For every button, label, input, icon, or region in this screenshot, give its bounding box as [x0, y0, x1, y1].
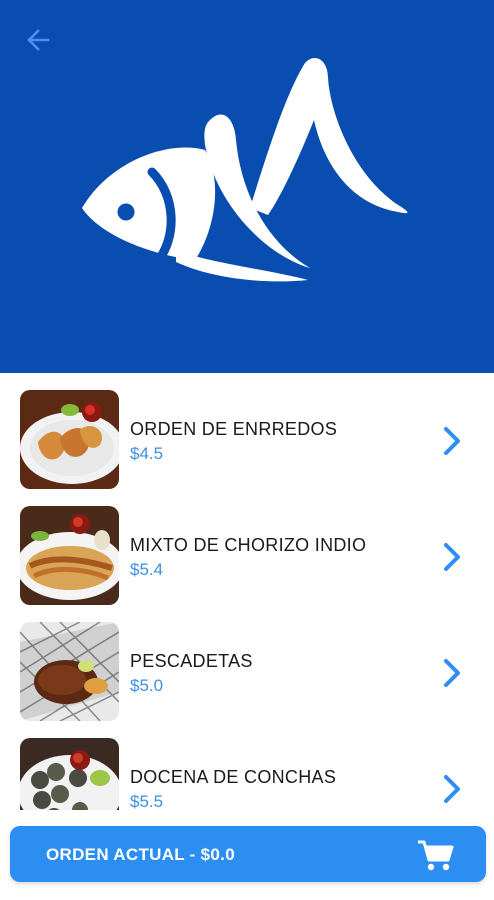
- cart-icon: [418, 840, 454, 871]
- menu-list: ORDEN DE ENRREDOS $4.5 MIXTO DE CHORIZO …: [0, 373, 494, 810]
- header-banner: [0, 0, 494, 373]
- chevron-right-icon: [444, 543, 460, 571]
- menu-item[interactable]: PESCADETAS $5.0: [0, 605, 494, 721]
- menu-item[interactable]: MIXTO DE CHORIZO INDIO $5.4: [0, 489, 494, 605]
- food-image: [20, 738, 119, 810]
- item-price: $5.5: [130, 792, 164, 810]
- item-name: DOCENA DE CONCHAS: [130, 767, 337, 787]
- food-image: [20, 390, 119, 489]
- chevron-right-icon: [444, 659, 460, 687]
- menu-item[interactable]: DOCENA DE CONCHAS $5.5: [0, 721, 494, 810]
- menu-item[interactable]: ORDEN DE ENRREDOS $4.5: [0, 373, 494, 489]
- food-image: [20, 506, 119, 605]
- fish-m-logo: [82, 57, 408, 282]
- item-name: ORDEN DE ENRREDOS: [130, 419, 338, 439]
- item-price: $4.5: [130, 444, 164, 463]
- back-button[interactable]: [18, 22, 58, 58]
- order-label: ORDEN ACTUAL - $0.0: [46, 845, 235, 864]
- food-image: [20, 622, 119, 721]
- arrow-left-icon: [27, 29, 50, 51]
- item-name: PESCADETAS: [130, 651, 253, 671]
- current-order-button[interactable]: ORDEN ACTUAL - $0.0: [10, 826, 486, 882]
- item-name: MIXTO DE CHORIZO INDIO: [130, 535, 367, 555]
- chevron-right-icon: [444, 775, 460, 803]
- item-price: $5.0: [130, 676, 164, 695]
- chevron-right-icon: [444, 427, 460, 455]
- item-price: $5.4: [130, 560, 164, 579]
